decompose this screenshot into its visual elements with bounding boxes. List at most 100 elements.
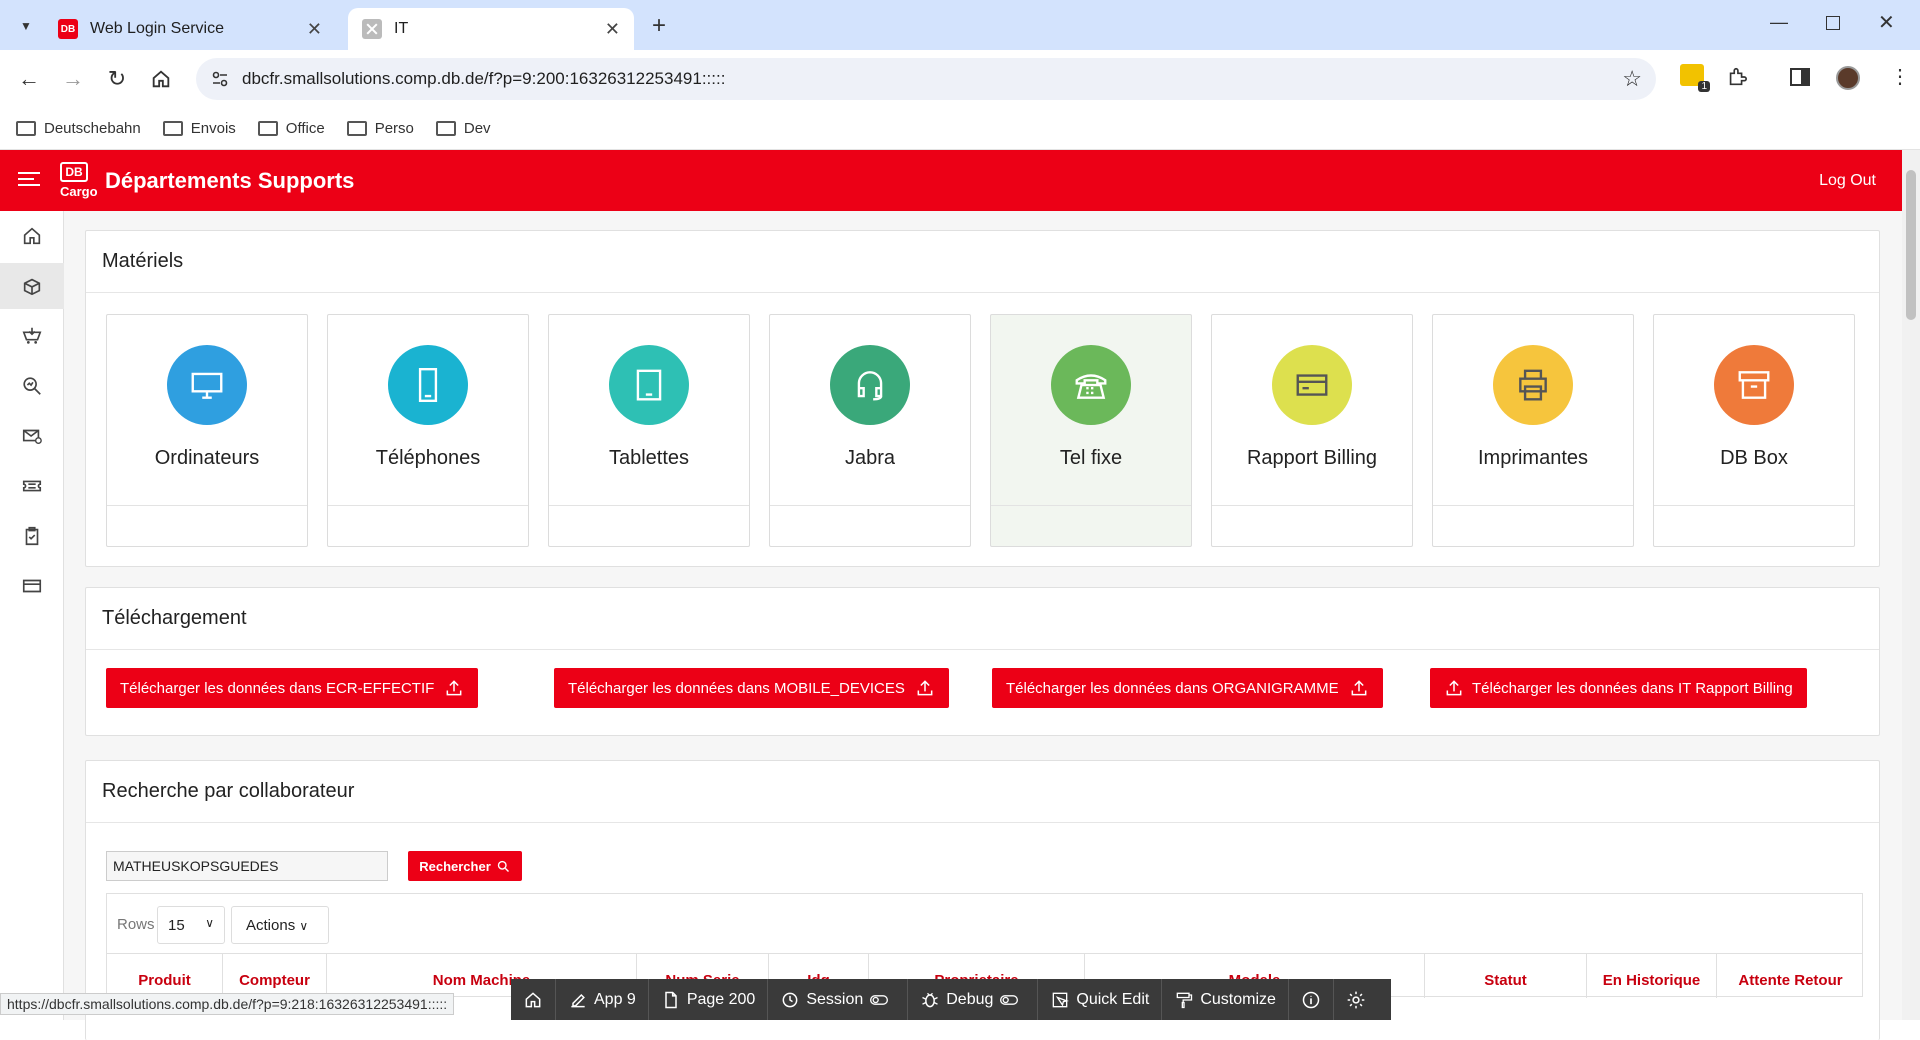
sidebar-item-tickets[interactable] <box>0 463 64 509</box>
dev-customize-button[interactable]: Customize <box>1162 979 1289 1020</box>
close-icon[interactable]: ✕ <box>307 19 322 40</box>
dev-app-label: App 9 <box>594 990 636 1008</box>
browser-menu-icon[interactable]: ⋮ <box>1890 64 1910 89</box>
bookmark-folder[interactable]: Perso <box>346 120 414 137</box>
address-bar[interactable]: dbcfr.smallsolutions.comp.db.de/f?p=9:20… <box>196 58 1656 100</box>
browser-toolbar: ← → ↻ dbcfr.smallsolutions.comp.db.de/f?… <box>0 50 1920 108</box>
sidebar-item-materiels[interactable] <box>0 263 64 309</box>
sidebar-item-search[interactable] <box>0 363 64 409</box>
forward-button[interactable]: → <box>58 64 88 94</box>
sidebar-item-billing[interactable] <box>0 563 64 609</box>
profile-avatar[interactable] <box>1836 66 1860 90</box>
download-ecr-effectif-button[interactable]: Télécharger les données dans ECR-EFFECTI… <box>106 668 479 708</box>
dev-settings-button[interactable] <box>1334 979 1378 1020</box>
dev-quick-edit-button[interactable]: Quick Edit <box>1038 979 1163 1020</box>
button-label: Rechercher <box>419 858 491 874</box>
card-rapport-billing[interactable]: Rapport Billing <box>1211 314 1413 547</box>
credit-card-icon <box>22 579 42 593</box>
download-organigramme-button[interactable]: Télécharger les données dans ORGANIGRAMM… <box>992 668 1383 708</box>
dev-home-button[interactable] <box>511 979 556 1020</box>
column-header[interactable]: Compteur <box>223 954 327 998</box>
card-footer <box>1433 505 1633 506</box>
card-tablettes[interactable]: Tablettes <box>548 314 750 547</box>
bookmark-star-icon[interactable]: ☆ <box>1622 66 1642 92</box>
close-window-button[interactable]: ✕ <box>1878 10 1895 35</box>
extension-badge: 1 <box>1698 81 1710 92</box>
bookmark-folder[interactable]: Envois <box>162 120 236 137</box>
bookmark-label: Perso <box>374 120 414 137</box>
rows-per-page-select[interactable]: 15 ∨ <box>157 906 225 944</box>
tab-web-login-service[interactable]: DB Web Login Service ✕ <box>44 8 336 50</box>
tab-it[interactable]: IT ✕ <box>348 8 634 50</box>
sidebar-item-cart[interactable] <box>0 313 64 359</box>
printer-icon <box>1493 345 1573 425</box>
column-header[interactable]: En Historique <box>1587 954 1717 998</box>
card-telephones[interactable]: Téléphones <box>327 314 529 547</box>
logout-link[interactable]: Log Out <box>1819 172 1876 190</box>
hamburger-menu-icon[interactable] <box>18 172 40 188</box>
card-imprimantes[interactable]: Imprimantes <box>1432 314 1634 547</box>
back-button[interactable]: ← <box>14 64 44 94</box>
dev-page-button[interactable]: Page 200 <box>649 979 769 1020</box>
download-mobile-devices-button[interactable]: Télécharger les données dans MOBILE_DEVI… <box>554 668 949 708</box>
bookmark-folder[interactable]: Dev <box>435 120 491 137</box>
bookmark-folder[interactable]: Deutschebahn <box>16 120 141 137</box>
collaborateur-search-input[interactable]: MATHEUSKOPSGUEDES <box>106 851 388 881</box>
card-db-box[interactable]: DB Box <box>1653 314 1855 547</box>
extension-icon[interactable]: 1 <box>1680 64 1710 92</box>
sidebar-item-home[interactable] <box>0 213 64 259</box>
toggle-icon <box>870 994 889 1005</box>
chevron-down-icon: ∨ <box>205 916 214 930</box>
edit-icon <box>571 993 585 1007</box>
download-it-rapport-billing-button[interactable]: Télécharger les données dans IT Rapport … <box>1430 668 1807 708</box>
db-logo: DB <box>60 162 88 182</box>
bug-icon <box>922 992 939 1007</box>
upload-icon <box>1351 680 1367 696</box>
restore-button[interactable] <box>1826 16 1840 30</box>
card-tel-fixe[interactable]: Tel fixe <box>990 314 1192 547</box>
minimize-button[interactable]: — <box>1770 12 1788 33</box>
card-label: DB Box <box>1720 447 1788 469</box>
actions-label: Actions <box>246 917 296 934</box>
tools-favicon-icon <box>362 19 382 39</box>
sidebar-item-checklist[interactable] <box>0 513 64 559</box>
card-label: Jabra <box>844 447 896 469</box>
card-jabra[interactable]: Jabra <box>769 314 971 547</box>
close-icon[interactable]: ✕ <box>605 19 620 40</box>
home-button[interactable] <box>146 64 176 94</box>
new-tab-button[interactable]: + <box>652 12 666 40</box>
button-label: Télécharger les données dans ORGANIGRAMM… <box>1006 679 1339 697</box>
column-header[interactable]: Attente Retour <box>1717 954 1864 998</box>
card-footer <box>770 505 970 506</box>
actions-menu-button[interactable]: Actions ∨ <box>231 906 329 944</box>
tablet-icon <box>609 345 689 425</box>
rechercher-button[interactable]: Rechercher <box>408 851 522 881</box>
tab-title: IT <box>394 20 409 37</box>
mobile-phone-icon <box>388 345 468 425</box>
telechargement-region: Téléchargement Télécharger les données d… <box>85 587 1880 736</box>
side-panel-icon[interactable] <box>1790 68 1810 86</box>
sidebar-item-mail[interactable] <box>0 413 64 459</box>
bookmark-folder[interactable]: Office <box>257 120 325 137</box>
card-footer <box>328 505 528 506</box>
app-title[interactable]: Départements Supports <box>105 168 354 194</box>
vertical-scrollbar[interactable] <box>1902 150 1920 1020</box>
site-settings-icon[interactable] <box>210 69 230 94</box>
column-header[interactable]: Produit <box>107 954 223 998</box>
search-icon <box>497 860 509 872</box>
dev-session-button[interactable]: Session <box>768 979 909 1020</box>
tab-search-button[interactable]: ▼ <box>14 14 38 38</box>
reload-button[interactable]: ↻ <box>102 64 132 94</box>
search-chart-icon <box>23 377 41 395</box>
dev-info-button[interactable] <box>1289 979 1334 1020</box>
card-ordinateurs[interactable]: Ordinateurs <box>106 314 308 547</box>
divider <box>86 822 1879 823</box>
column-header[interactable]: Statut <box>1425 954 1587 998</box>
page-edit-icon <box>665 991 677 1008</box>
puzzle-extensions-icon[interactable] <box>1726 66 1748 93</box>
dev-debug-button[interactable]: Debug <box>908 979 1039 1020</box>
scrollbar-thumb[interactable] <box>1906 170 1916 320</box>
logo-subtitle: Cargo <box>60 184 98 199</box>
dev-app-button[interactable]: App 9 <box>556 979 649 1020</box>
region-title: Matériels <box>102 250 184 272</box>
